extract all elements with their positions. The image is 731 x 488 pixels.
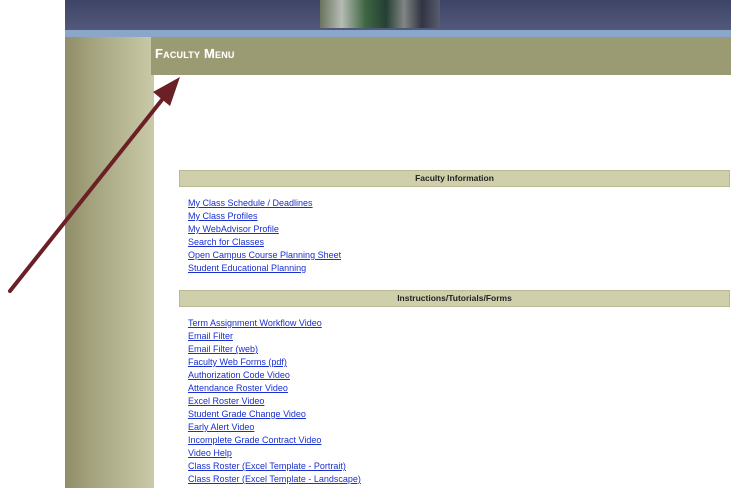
list-item: My Class Profiles — [188, 208, 341, 221]
header-banner-image — [320, 0, 440, 28]
arrow-head — [153, 77, 180, 106]
list-item: Email Filter — [188, 328, 361, 341]
link-email-filter[interactable]: Email Filter — [188, 331, 233, 341]
list-item: Faculty Web Forms (pdf) — [188, 354, 361, 367]
title-band — [151, 37, 731, 75]
section-header-faculty-information: Faculty Information — [179, 170, 730, 187]
link-grade-change-video[interactable]: Student Grade Change Video — [188, 409, 306, 419]
list-item: Authorization Code Video — [188, 367, 361, 380]
link-authorization-code-video[interactable]: Authorization Code Video — [188, 370, 290, 380]
link-email-filter-web[interactable]: Email Filter (web) — [188, 344, 258, 354]
section-header-instructions: Instructions/Tutorials/Forms — [179, 290, 730, 307]
header-stripe — [65, 30, 731, 37]
list-item: Term Assignment Workflow Video — [188, 315, 361, 328]
list-item: Open Campus Course Planning Sheet — [188, 247, 341, 260]
link-attendance-roster-video[interactable]: Attendance Roster Video — [188, 383, 288, 393]
list-item: Student Educational Planning — [188, 260, 341, 273]
link-class-roster-portrait[interactable]: Class Roster (Excel Template - Portrait) — [188, 461, 346, 471]
page-title: Faculty Menu — [155, 46, 235, 61]
link-early-alert-video[interactable]: Early Alert Video — [188, 422, 254, 432]
instructions-links: Term Assignment Workflow Video Email Fil… — [188, 315, 361, 484]
link-excel-roster-video[interactable]: Excel Roster Video — [188, 396, 264, 406]
link-class-roster-landscape[interactable]: Class Roster (Excel Template - Landscape… — [188, 474, 361, 484]
link-incomplete-grade-video[interactable]: Incomplete Grade Contract Video — [188, 435, 321, 445]
list-item: Class Roster (Excel Template - Portrait) — [188, 458, 361, 471]
link-course-planning-sheet[interactable]: Open Campus Course Planning Sheet — [188, 250, 341, 260]
list-item: My WebAdvisor Profile — [188, 221, 341, 234]
content-divider — [151, 75, 154, 488]
site-header — [65, 0, 731, 30]
list-item: Email Filter (web) — [188, 341, 361, 354]
side-panel — [65, 37, 151, 488]
list-item: Student Grade Change Video — [188, 406, 361, 419]
link-video-help[interactable]: Video Help — [188, 448, 232, 458]
list-item: My Class Schedule / Deadlines — [188, 195, 341, 208]
link-term-assignment-video[interactable]: Term Assignment Workflow Video — [188, 318, 322, 328]
list-item: Incomplete Grade Contract Video — [188, 432, 361, 445]
list-item: Video Help — [188, 445, 361, 458]
link-student-educational-planning[interactable]: Student Educational Planning — [188, 263, 306, 273]
link-class-profiles[interactable]: My Class Profiles — [188, 211, 258, 221]
list-item: Attendance Roster Video — [188, 380, 361, 393]
list-item: Early Alert Video — [188, 419, 361, 432]
link-webadvisor-profile[interactable]: My WebAdvisor Profile — [188, 224, 279, 234]
list-item: Class Roster (Excel Template - Landscape… — [188, 471, 361, 484]
list-item: Search for Classes — [188, 234, 341, 247]
link-faculty-web-forms[interactable]: Faculty Web Forms (pdf) — [188, 357, 287, 367]
faculty-information-links: My Class Schedule / Deadlines My Class P… — [188, 195, 341, 273]
link-class-schedule[interactable]: My Class Schedule / Deadlines — [188, 198, 313, 208]
list-item: Excel Roster Video — [188, 393, 361, 406]
link-search-classes[interactable]: Search for Classes — [188, 237, 264, 247]
